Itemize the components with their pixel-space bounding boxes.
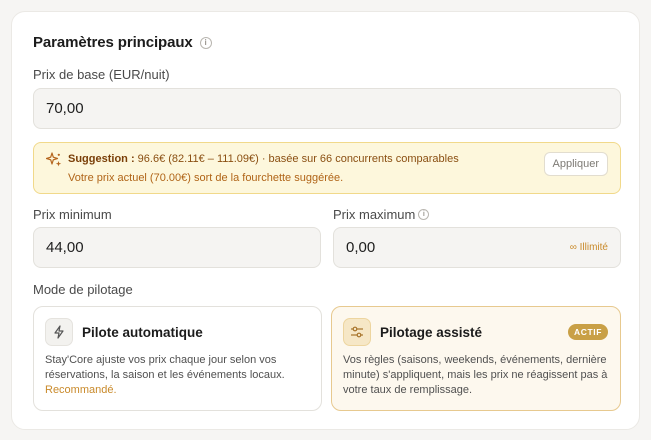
base-price-input[interactable]: 70,00 (33, 88, 621, 129)
suggestion-text: Suggestion : 96.6€ (82.11€ – 111.09€) · … (68, 153, 459, 165)
price-suggestion-banner: Suggestion : 96.6€ (82.11€ – 111.09€) · … (33, 142, 621, 194)
active-badge: ACTIF (567, 324, 608, 340)
mode-auto-title: Pilote automatique (82, 325, 203, 340)
min-price-input[interactable]: 44,00 (33, 227, 321, 268)
sparkles-icon (46, 152, 62, 167)
max-price-value: 0,00 (346, 239, 376, 256)
section-header: Paramètres principaux i (33, 34, 212, 51)
mode-option-assisted[interactable]: Pilotage assisté ACTIF Vos règles (saiso… (331, 306, 621, 411)
suggestion-detail: 96.6€ (82.11€ – 111.09€) · basée sur 66 … (137, 153, 459, 165)
mode-label: Mode de pilotage (33, 282, 133, 297)
suggestion-prefix: Suggestion : (68, 153, 135, 165)
sliders-icon (343, 318, 371, 346)
min-price-value: 44,00 (46, 239, 84, 256)
base-price-value: 70,00 (46, 100, 84, 117)
mode-assisted-title: Pilotage assisté (380, 325, 483, 340)
info-icon[interactable]: i (199, 36, 212, 49)
mode-assisted-description: Vos règles (saisons, weekends, événement… (343, 354, 608, 396)
max-price-label: Prix maximum (333, 207, 416, 222)
mode-auto-description-text: Stay'Core ajuste vos prix chaque jour se… (45, 354, 285, 381)
recommended-label: Recommandé. (45, 384, 117, 396)
apply-suggestion-button[interactable]: Appliquer (543, 152, 608, 176)
max-price-input[interactable]: 0,00 ∞ Illimité (333, 227, 621, 268)
suggestion-warning: Votre prix actuel (70.00€) sort de la fo… (68, 172, 344, 184)
mode-auto-description: Stay'Core ajuste vos prix chaque jour se… (45, 353, 313, 398)
min-price-label: Prix minimum (33, 207, 112, 222)
mode-option-auto[interactable]: Pilote automatique Stay'Core ajuste vos … (33, 306, 322, 411)
max-price-label-row: Prix maximum i (333, 207, 430, 222)
lightning-icon (45, 318, 73, 346)
base-price-label: Prix de base (EUR/nuit) (33, 67, 170, 82)
info-icon[interactable]: i (418, 209, 430, 220)
settings-card: Paramètres principaux i Prix de base (EU… (11, 11, 640, 430)
section-title: Paramètres principaux (33, 34, 193, 51)
unlimited-hint: ∞ Illimité (569, 242, 608, 253)
